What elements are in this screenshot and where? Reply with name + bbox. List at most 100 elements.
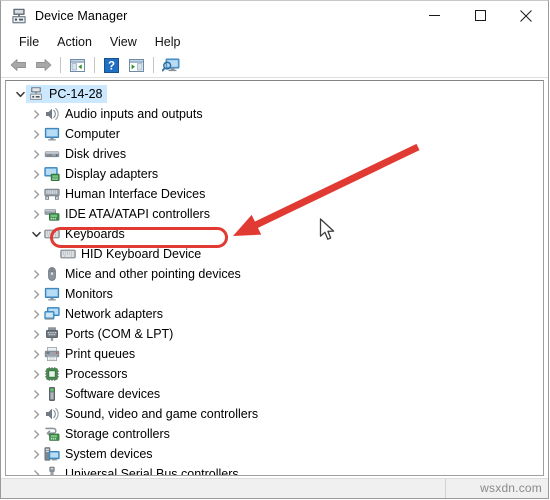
chevron-right-icon: [33, 369, 39, 379]
tree-item[interactable]: Software devices: [6, 384, 543, 404]
expand-toggle-collapsed[interactable]: [28, 204, 44, 224]
chevron-down-icon: [31, 231, 41, 237]
tree-item-content[interactable]: Network adapters: [44, 306, 163, 322]
chevron-right-icon: [33, 349, 39, 359]
expand-toggle-collapsed[interactable]: [28, 184, 44, 204]
tree-item[interactable]: Human Interface Devices: [6, 184, 543, 204]
tree-item-label: Ports (COM & LPT): [65, 327, 174, 341]
show-hidden-devices-button[interactable]: [158, 54, 183, 77]
device-manager-icon: [12, 8, 26, 24]
tree-item[interactable]: HID Keyboard Device: [6, 244, 543, 264]
tree-item[interactable]: Universal Serial Bus controllers: [6, 464, 543, 475]
svg-text:?: ?: [108, 60, 115, 72]
tree-item[interactable]: Audio inputs and outputs: [6, 104, 543, 124]
tree-item[interactable]: Network adapters: [6, 304, 543, 324]
minimize-button[interactable]: [411, 1, 457, 30]
tree-item[interactable]: Storage controllers: [6, 424, 543, 444]
close-button[interactable]: [503, 1, 549, 30]
speaker-icon: [44, 406, 60, 422]
forward-button[interactable]: [31, 54, 56, 77]
menu-item-help[interactable]: Help: [146, 33, 190, 52]
speaker-icon: [44, 106, 60, 122]
menu-item-view[interactable]: View: [101, 33, 146, 52]
status-bar: [1, 478, 549, 499]
expand-toggle-collapsed[interactable]: [28, 124, 44, 144]
expand-toggle-collapsed[interactable]: [28, 444, 44, 464]
tree-item-content[interactable]: Display adapters: [44, 166, 158, 182]
monitor-search-icon: [161, 58, 179, 72]
menu-item-file[interactable]: File: [10, 33, 48, 52]
expand-toggle-collapsed[interactable]: [28, 144, 44, 164]
ide-controller-icon: [44, 206, 60, 222]
tree-item[interactable]: Ports (COM & LPT): [6, 324, 543, 344]
tree-item-content[interactable]: HID Keyboard Device: [60, 246, 201, 262]
tree-item-content[interactable]: Processors: [44, 366, 128, 382]
help-button[interactable]: ?: [99, 54, 124, 77]
expand-toggle-collapsed[interactable]: [28, 164, 44, 184]
tree-item-content[interactable]: Monitors: [44, 286, 113, 302]
tree-item[interactable]: System devices: [6, 444, 543, 464]
tree-item-content[interactable]: Mice and other pointing devices: [44, 266, 241, 282]
menu-item-action[interactable]: Action: [48, 33, 101, 52]
chevron-right-icon: [33, 169, 39, 179]
expand-toggle-collapsed[interactable]: [28, 104, 44, 124]
tree-item[interactable]: Computer: [6, 124, 543, 144]
tree-item-content[interactable]: Universal Serial Bus controllers: [44, 466, 239, 475]
tree-item-content[interactable]: Ports (COM & LPT): [44, 326, 173, 342]
expand-toggle-collapsed[interactable]: [28, 464, 44, 475]
tree-item-label: Software devices: [65, 387, 161, 401]
expand-toggle-collapsed[interactable]: [28, 384, 44, 404]
chevron-down-icon: [15, 91, 25, 97]
tree-item[interactable]: Monitors: [6, 284, 543, 304]
back-button[interactable]: [6, 54, 31, 77]
tree-item-content[interactable]: Software devices: [44, 386, 160, 402]
chevron-right-icon: [33, 149, 39, 159]
tree-item-content[interactable]: PC-14-28: [26, 85, 107, 103]
tree-item[interactable]: Mice and other pointing devices: [6, 264, 543, 284]
tree-item-content[interactable]: System devices: [44, 446, 153, 462]
display-adapter-icon: [44, 166, 60, 182]
maximize-button[interactable]: [457, 1, 503, 30]
chevron-right-icon: [33, 409, 39, 419]
device-tree-panel[interactable]: PC-14-28 Audio inputs and outputs Comput…: [5, 80, 544, 476]
expand-toggle-collapsed[interactable]: [28, 404, 44, 424]
tree-item-content[interactable]: IDE ATA/ATAPI controllers: [44, 206, 210, 222]
expand-toggle-expanded[interactable]: [28, 224, 44, 244]
expand-toggle-collapsed[interactable]: [28, 264, 44, 284]
tree-item-content[interactable]: Disk drives: [44, 146, 126, 162]
tree-item[interactable]: PC-14-28: [6, 84, 543, 104]
help-question-icon: ?: [104, 57, 119, 73]
expand-toggle-collapsed[interactable]: [28, 284, 44, 304]
properties-button[interactable]: [65, 54, 90, 77]
keyboard-icon: [44, 226, 60, 242]
tree-item[interactable]: Display adapters: [6, 164, 543, 184]
tree-item-label: IDE ATA/ATAPI controllers: [65, 207, 210, 221]
tree-item-content[interactable]: Audio inputs and outputs: [44, 106, 203, 122]
tree-item-content[interactable]: Keyboards: [44, 226, 125, 242]
tree-item-content[interactable]: Computer: [44, 126, 120, 142]
tree-item-content[interactable]: Human Interface Devices: [44, 186, 205, 202]
mouse-icon: [44, 266, 60, 282]
tree-item-content[interactable]: Storage controllers: [44, 426, 170, 442]
expand-toggle-collapsed[interactable]: [28, 424, 44, 444]
expand-toggle-collapsed[interactable]: [28, 364, 44, 384]
tree-item[interactable]: Processors: [6, 364, 543, 384]
tree-item-content[interactable]: Sound, video and game controllers: [44, 406, 258, 422]
tree-item[interactable]: Sound, video and game controllers: [6, 404, 543, 424]
expand-toggle-collapsed[interactable]: [28, 304, 44, 324]
chevron-right-icon: [33, 189, 39, 199]
expand-toggle-collapsed[interactable]: [28, 324, 44, 344]
tree-item[interactable]: IDE ATA/ATAPI controllers: [6, 204, 543, 224]
expand-toggle-collapsed[interactable]: [28, 344, 44, 364]
back-arrow-icon: [10, 59, 26, 71]
tree-item[interactable]: Keyboards: [6, 224, 543, 244]
tree-item-label: System devices: [65, 447, 153, 461]
menu-bar: File Action View Help: [1, 31, 549, 53]
tree-item[interactable]: Disk drives: [6, 144, 543, 164]
tree-item-content[interactable]: Print queues: [44, 346, 135, 362]
window-controls: [411, 1, 549, 30]
toolbar: ?: [1, 53, 549, 78]
tree-item[interactable]: Print queues: [6, 344, 543, 364]
toolbar-separator-3: [153, 57, 154, 73]
scan-button[interactable]: [124, 54, 149, 77]
